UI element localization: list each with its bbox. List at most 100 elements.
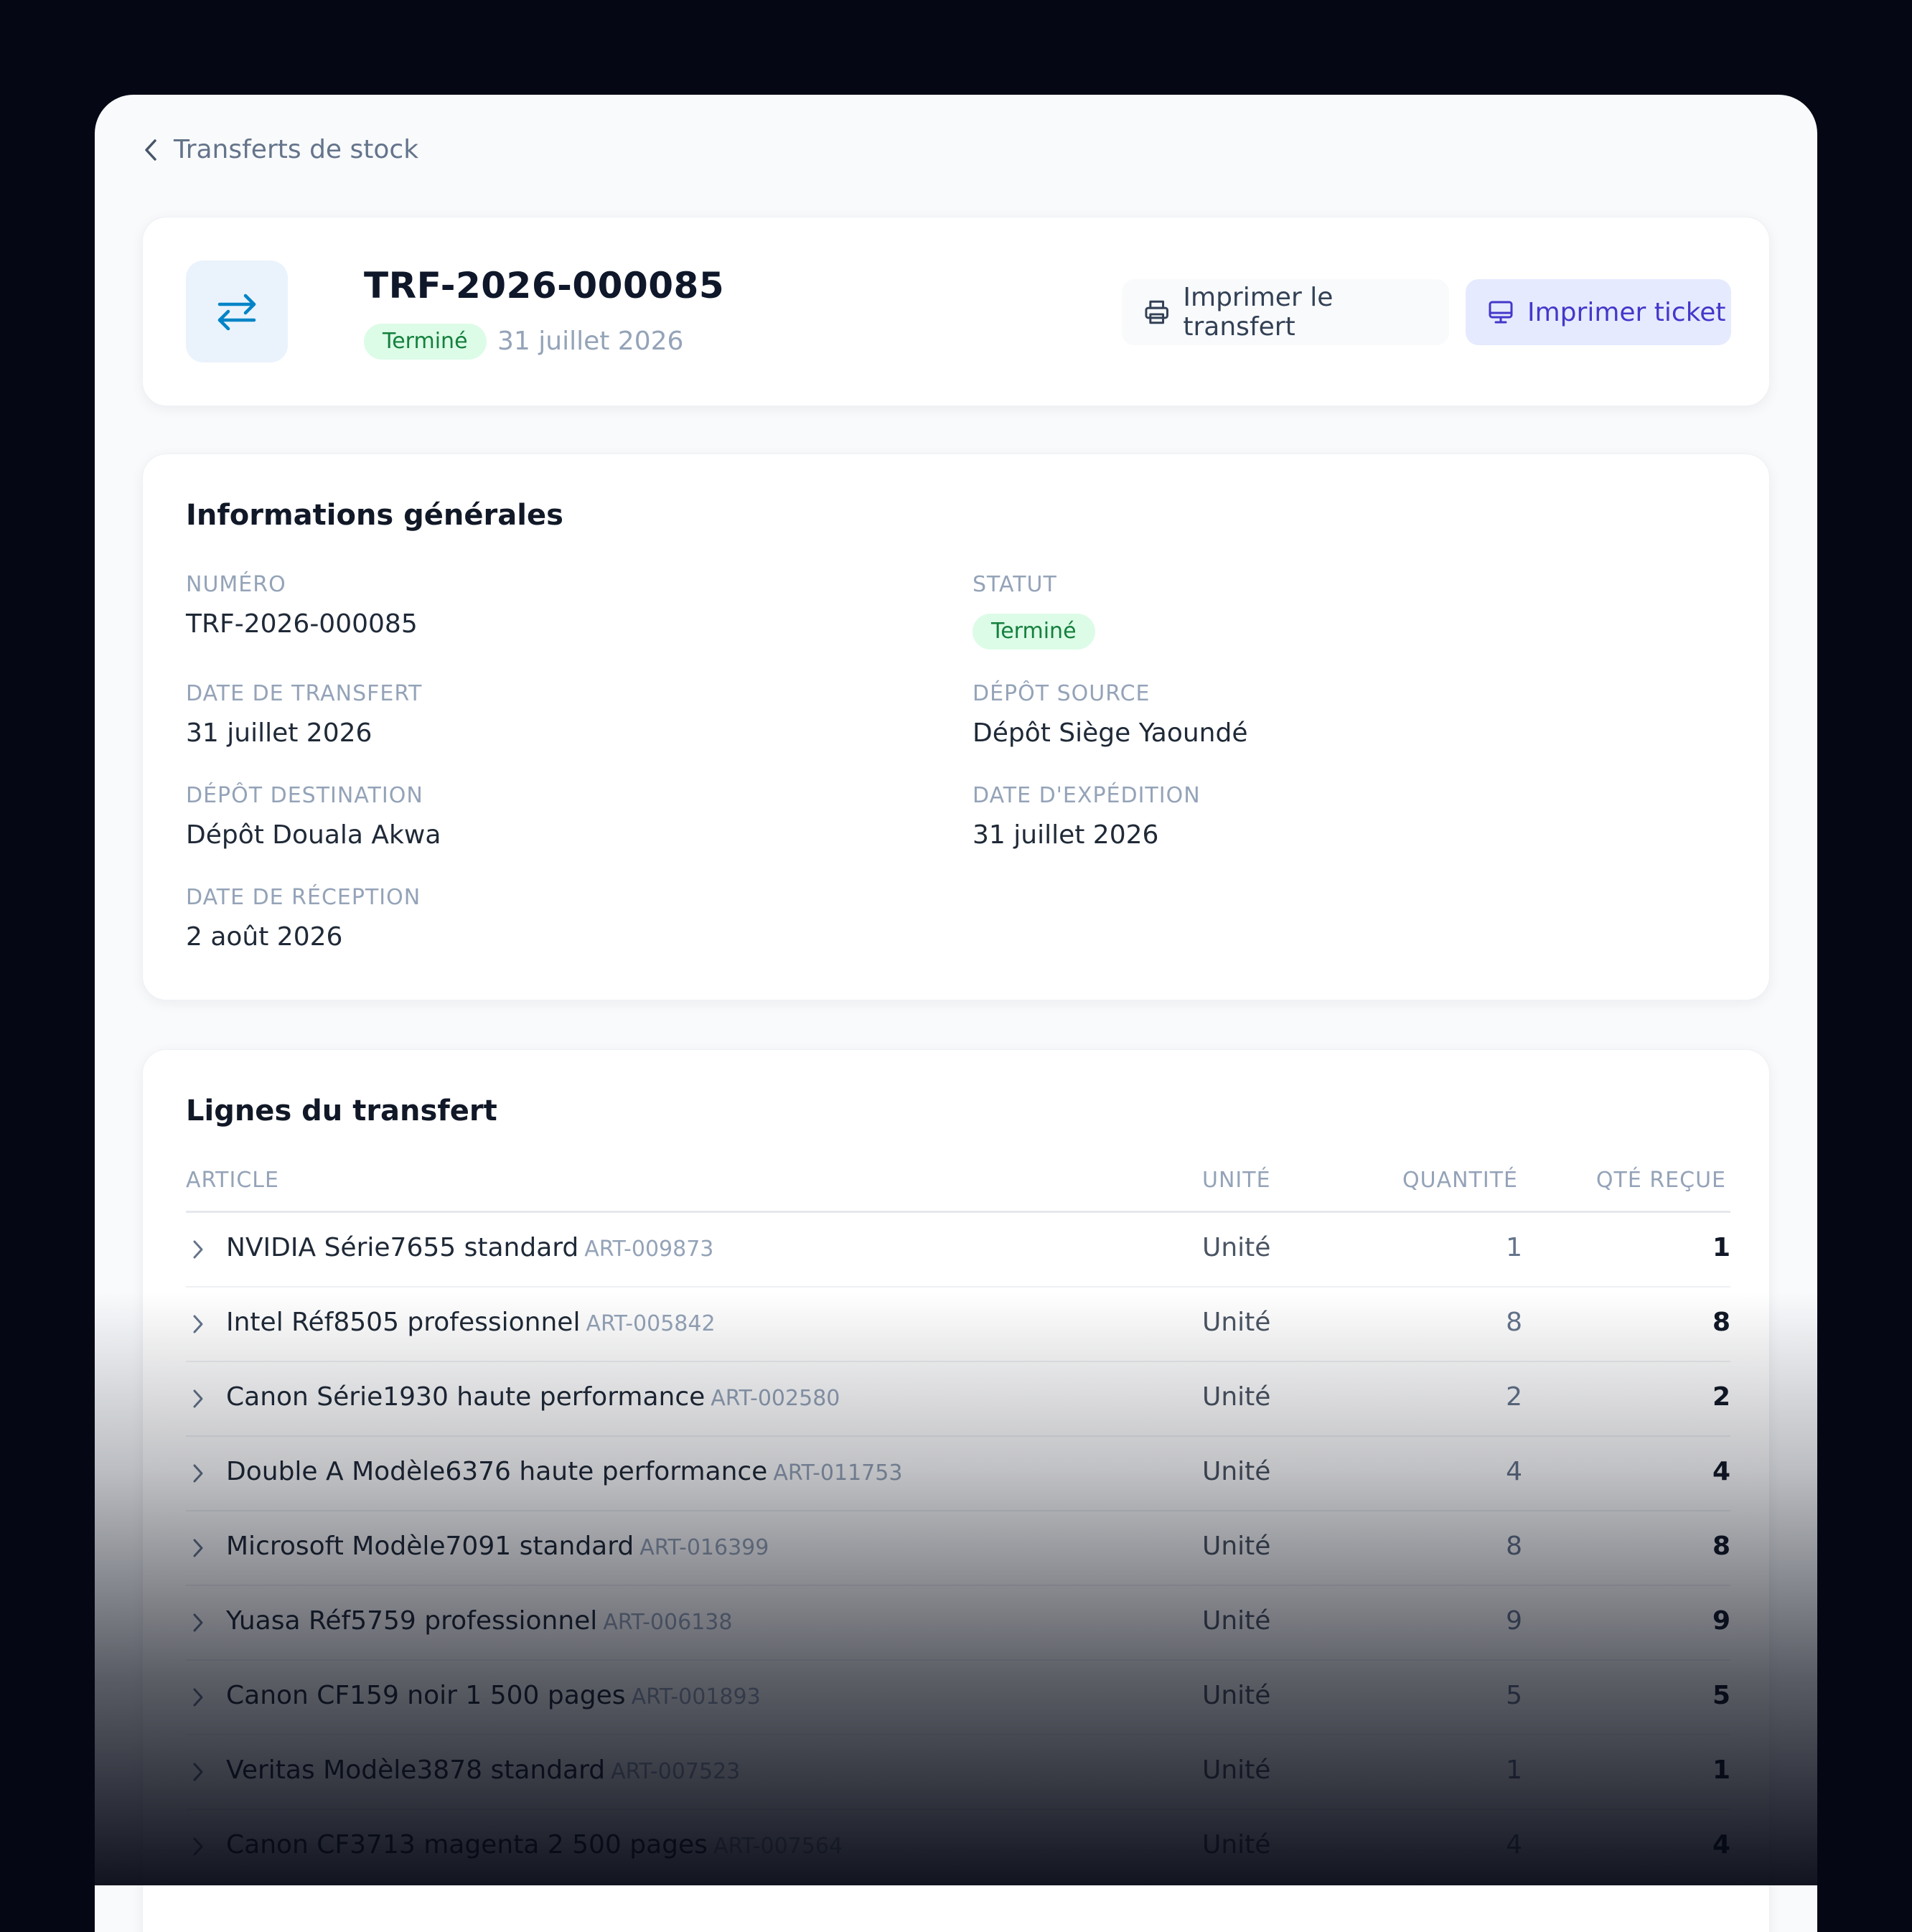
transfer-header-card: TRF-2026-000085 Terminé 31 juillet 2026 … — [142, 217, 1770, 406]
numero-label: NUMÉRO — [186, 572, 286, 597]
page-title: TRF-2026-000085 — [364, 265, 725, 306]
status-badge: Terminé — [364, 324, 487, 360]
print-transfer-button[interactable]: Imprimer le transfert — [1122, 279, 1449, 345]
article-code: ART-009873 — [584, 1237, 714, 1262]
quantity-cell: 8 — [1506, 1308, 1522, 1337]
received-quantity-cell: 4 — [1712, 1457, 1730, 1486]
chevron-right-icon[interactable] — [192, 1537, 205, 1562]
received-quantity-cell: 8 — [1712, 1308, 1730, 1337]
article-name: Yuasa Réf5759 professionnel ART-006138 — [226, 1606, 732, 1636]
transfer-arrows-icon — [186, 261, 288, 362]
article-name: Double A Modèle6376 haute performance ART… — [226, 1457, 902, 1486]
print-transfer-label: Imprimer le transfert — [1183, 283, 1334, 342]
table-row[interactable]: Microsoft Modèle7091 standard ART-016399 U… — [186, 1511, 1730, 1586]
article-code: ART-007564 — [713, 1834, 843, 1859]
received-quantity-cell: 8 — [1712, 1532, 1730, 1561]
unit-cell: Unité — [1202, 1308, 1271, 1337]
depot-source-label: DÉPÔT SOURCE — [973, 681, 1151, 706]
article-name: Microsoft Modèle7091 standard ART-016399 — [226, 1532, 769, 1561]
received-quantity-cell: 1 — [1712, 1233, 1730, 1262]
column-header-article[interactable]: ARTICLE — [186, 1168, 279, 1193]
received-quantity-cell: 4 — [1712, 1830, 1730, 1860]
quantity-cell: 4 — [1506, 1457, 1522, 1486]
article-code: ART-016399 — [639, 1535, 769, 1560]
chevron-left-icon — [145, 139, 156, 161]
article-label: NVIDIA Série7655 standard — [226, 1233, 579, 1262]
article-label: Canon CF3713 magenta 2 500 pages — [226, 1830, 708, 1860]
chevron-right-icon[interactable] — [192, 1388, 205, 1412]
monitor-icon — [1489, 301, 1513, 324]
table-row[interactable]: NVIDIA Série7655 standard ART-009873 Unité… — [186, 1213, 1730, 1288]
date-expedition-label: DATE D'EXPÉDITION — [973, 783, 1201, 808]
depot-destination-value: Dépôt Douala Akwa — [186, 820, 441, 850]
table-row[interactable]: Canon Série1930 haute performance ART-002… — [186, 1362, 1730, 1437]
quantity-cell: 1 — [1506, 1233, 1522, 1262]
depot-destination-label: DÉPÔT DESTINATION — [186, 783, 423, 808]
unit-cell: Unité — [1202, 1457, 1271, 1486]
article-label: Double A Modèle6376 haute performance — [226, 1457, 768, 1486]
received-quantity-cell: 2 — [1712, 1382, 1730, 1412]
article-code: ART-011753 — [773, 1460, 903, 1486]
article-code: ART-002580 — [711, 1386, 840, 1411]
date-reception-label: DATE DE RÉCEPTION — [186, 885, 421, 910]
quantity-cell: 9 — [1506, 1606, 1522, 1636]
unit-cell: Unité — [1202, 1382, 1271, 1412]
chevron-right-icon[interactable] — [192, 1463, 205, 1487]
table-row[interactable]: Double A Modèle6376 haute performance ART… — [186, 1437, 1730, 1511]
table-row[interactable]: Yuasa Réf5759 professionnel ART-006138 Uni… — [186, 1586, 1730, 1661]
section-title: Informations générales — [186, 499, 563, 532]
unit-cell: Unité — [1202, 1606, 1271, 1636]
table-row[interactable]: Canon CF159 noir 1 500 pages ART-001893 Un… — [186, 1661, 1730, 1735]
section-title: Lignes du transfert — [186, 1094, 497, 1127]
received-quantity-cell: 9 — [1712, 1606, 1730, 1636]
chevron-right-icon[interactable] — [192, 1836, 205, 1860]
quantity-cell: 1 — [1506, 1755, 1522, 1785]
article-name: Canon CF159 noir 1 500 pages ART-001893 — [226, 1681, 761, 1710]
printer-icon — [1145, 300, 1168, 324]
statut-label: STATUT — [973, 572, 1057, 597]
date-expedition-value: 31 juillet 2026 — [973, 820, 1159, 850]
depot-source-value: Dépôt Siège Yaoundé — [973, 718, 1248, 748]
general-info-card: Informations générales NUMÉRO TRF-2026-0… — [142, 454, 1770, 1000]
article-code: ART-005842 — [586, 1311, 716, 1336]
breadcrumb-back-link[interactable]: Transferts de stock — [144, 135, 418, 164]
article-code: ART-001893 — [631, 1684, 761, 1710]
article-name: Veritas Modèle3878 standard ART-007523 — [226, 1755, 740, 1785]
table-row[interactable]: Veritas Modèle3878 standard ART-007523 Uni… — [186, 1735, 1730, 1810]
quantity-cell: 2 — [1506, 1382, 1522, 1412]
quantity-cell: 4 — [1506, 1830, 1522, 1860]
print-ticket-button[interactable]: Imprimer ticket — [1466, 279, 1731, 345]
chevron-right-icon[interactable] — [192, 1313, 205, 1338]
quantity-cell: 5 — [1506, 1681, 1522, 1710]
article-name: NVIDIA Série7655 standard ART-009873 — [226, 1233, 713, 1262]
unit-cell: Unité — [1202, 1830, 1271, 1860]
article-label: Intel Réf8505 professionnel — [226, 1308, 581, 1337]
chevron-right-icon[interactable] — [192, 1612, 205, 1636]
status-badge: Terminé — [973, 614, 1095, 650]
received-quantity-cell: 5 — [1712, 1681, 1730, 1710]
received-quantity-cell: 1 — [1712, 1755, 1730, 1785]
article-name: Canon Série1930 haute performance ART-002… — [226, 1382, 840, 1412]
column-header-qte-recue[interactable]: QTÉ REÇUE — [1596, 1168, 1726, 1193]
table-row[interactable]: Intel Réf8505 professionnel ART-005842 Uni… — [186, 1288, 1730, 1362]
article-name: Intel Réf8505 professionnel ART-005842 — [226, 1308, 716, 1337]
unit-cell: Unité — [1202, 1681, 1271, 1710]
article-name: Canon CF3713 magenta 2 500 pages ART-0075… — [226, 1830, 843, 1860]
unit-cell: Unité — [1202, 1755, 1271, 1785]
transfer-date: 31 juillet 2026 — [497, 327, 684, 356]
quantity-cell: 8 — [1506, 1532, 1522, 1561]
chevron-right-icon[interactable] — [192, 1687, 205, 1711]
date-transfert-label: DATE DE TRANSFERT — [186, 681, 423, 706]
app-window: Transferts de stock TRF-2026-000085 Term… — [95, 95, 1817, 1932]
unit-cell: Unité — [1202, 1532, 1271, 1561]
article-code: ART-006138 — [603, 1610, 733, 1635]
date-transfert-value: 31 juillet 2026 — [186, 718, 372, 748]
chevron-right-icon[interactable] — [192, 1239, 205, 1263]
column-header-quantite[interactable]: QUANTITÉ — [1402, 1168, 1518, 1193]
article-label: Yuasa Réf5759 professionnel — [226, 1606, 598, 1636]
table-row[interactable]: Canon CF3713 magenta 2 500 pages ART-0075… — [186, 1810, 1730, 1885]
numero-value: TRF-2026-000085 — [186, 609, 418, 639]
date-reception-value: 2 août 2026 — [186, 922, 343, 952]
chevron-right-icon[interactable] — [192, 1761, 205, 1786]
column-header-unite[interactable]: UNITÉ — [1202, 1168, 1271, 1193]
